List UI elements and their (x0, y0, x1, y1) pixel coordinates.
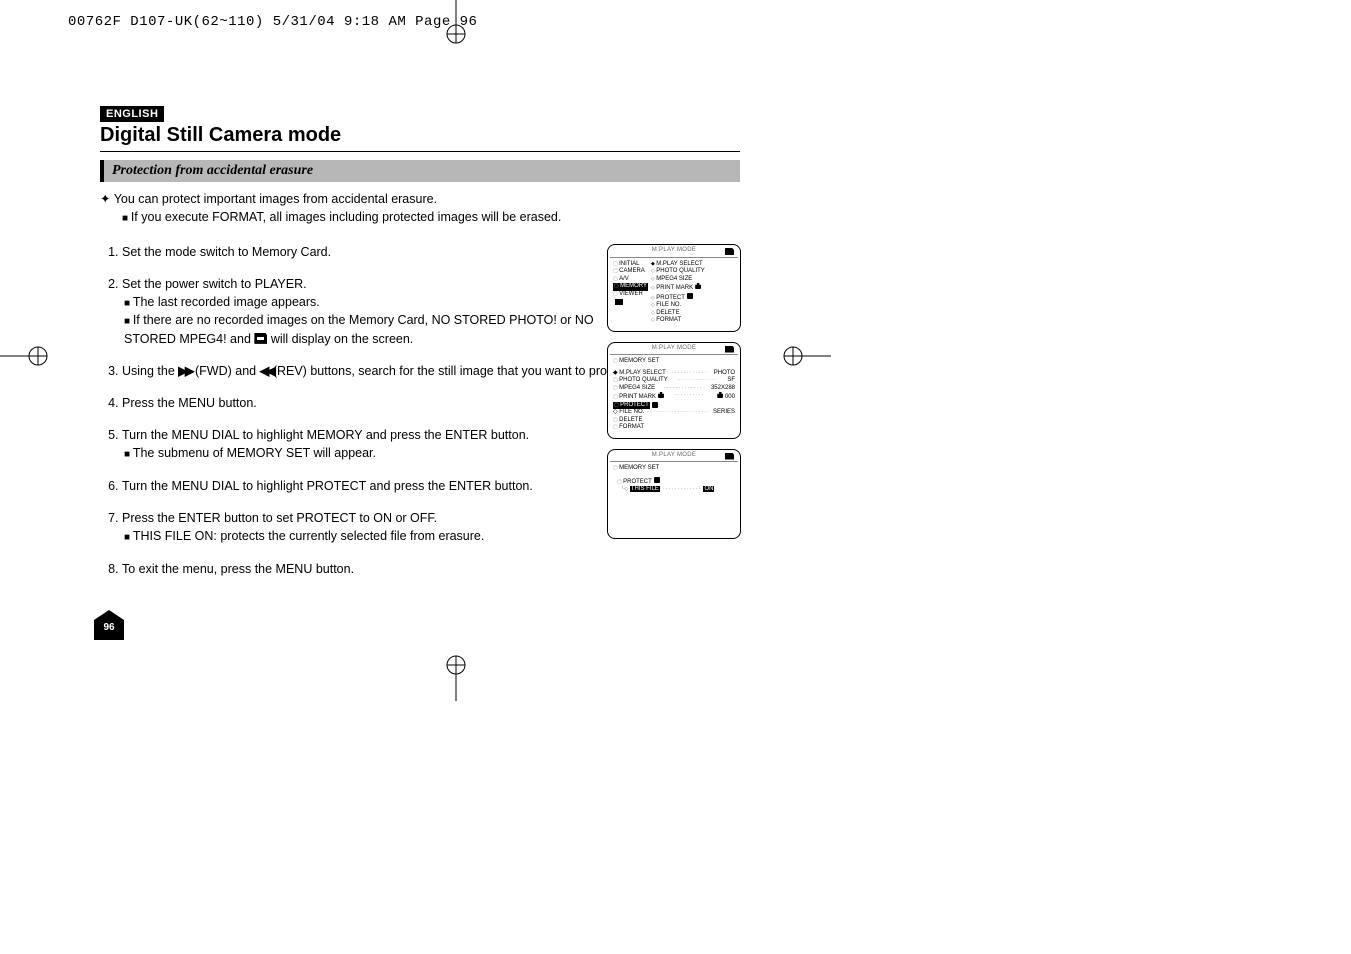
camera-screen-1: M.PLAY MODE INITIAL CAMERA A/V MEMORY VI… (607, 244, 741, 332)
step-sub: The last recorded image appears. (124, 293, 632, 312)
step-sub: If there are no recorded images on the M… (124, 311, 632, 348)
setting-row: FORMAT (613, 424, 735, 432)
camera-screen-2: M.PLAY MODE MEMORY SET ◆ M.PLAY SELECT··… (607, 342, 741, 439)
page-title: Digital Still Camera mode (100, 124, 740, 152)
intro-block: You can protect important images from ac… (100, 190, 740, 227)
lock-icon (654, 477, 660, 483)
registration-mark-icon (436, 0, 476, 44)
submenu-item: M.PLAY SELECT (651, 261, 735, 269)
lock-icon (687, 293, 693, 299)
step-item: Set the mode switch to Memory Card. (122, 243, 632, 261)
fwd-icon: ▶▶ (178, 364, 191, 378)
intro-sub: If you execute FORMAT, all images includ… (122, 208, 740, 227)
submenu-item: PRINT MARK (651, 283, 735, 293)
submenu-item: MPEG4 SIZE (651, 276, 735, 284)
rev-icon: ◀◀ (260, 364, 273, 378)
camera-icon (615, 299, 623, 305)
registration-mark-icon (0, 336, 50, 381)
submenu-item: PROTECT (651, 293, 735, 303)
submenu-item: FORMAT (651, 317, 735, 325)
setting-row: DELETE (613, 417, 735, 425)
submenu-item: DELETE (651, 310, 735, 318)
menu-item: INITIAL (613, 261, 651, 269)
print-mark-icon (658, 392, 664, 398)
camera-menu-illustrations: M.PLAY MODE INITIAL CAMERA A/V MEMORY VI… (607, 244, 741, 549)
step-item: Press the MENU button. (122, 394, 632, 412)
menu-heading: MEMORY SET (613, 358, 735, 366)
memory-card-icon (725, 248, 734, 255)
print-mark-icon (717, 392, 723, 398)
step-sub: THIS FILE ON: protects the currently sel… (124, 527, 632, 546)
page-number: 96 (94, 622, 124, 633)
setting-row: PRINT MARK·········· 000 (613, 392, 735, 402)
menu-sub-selected: THIS FILE·············· ON (621, 486, 735, 494)
submenu-item: PHOTO QUALITY (651, 268, 735, 276)
menu-item: PROTECT (617, 477, 735, 487)
screen-title: M.PLAY MODE (610, 452, 738, 463)
print-mark-icon (695, 283, 701, 289)
menu-item: A/V (613, 276, 651, 284)
step-item: Turn the MENU DIAL to highlight PROTECT … (122, 477, 632, 495)
setting-row: PHOTO QUALITY·············SF (613, 377, 735, 385)
step-item: Using the ▶▶ (FWD) and ◀◀(REV) buttons, … (122, 362, 632, 380)
step-list: Set the mode switch to Memory Card. Set … (122, 243, 632, 578)
intro-line: You can protect important images from ac… (100, 190, 740, 208)
memory-card-icon (254, 333, 267, 344)
setting-row: MPEG4 SIZE·············352X288 (613, 385, 735, 393)
print-header: 00762F D107-UK(62~110) 5/31/04 9:18 AM P… (68, 14, 477, 30)
page-number-badge: 96 (94, 610, 124, 640)
camera-screen-3: M.PLAY MODE MEMORY SET PROTECT THIS FILE… (607, 449, 741, 539)
registration-mark-icon (436, 653, 476, 706)
step-item: Set the power switch to PLAYER. The last… (122, 275, 632, 348)
menu-item: CAMERA (613, 268, 651, 276)
setting-row: ◆ M.PLAY SELECT············PHOTO (613, 370, 735, 378)
setting-row: ◇ FILE NO.·····················SERIES (613, 409, 735, 417)
menu-heading: MEMORY SET (613, 465, 735, 473)
language-tag: ENGLISH (100, 106, 164, 122)
screen-title: M.PLAY MODE (610, 247, 738, 258)
registration-mark-icon (781, 336, 831, 381)
memory-card-icon (725, 453, 734, 460)
step-sub: The submenu of MEMORY SET will appear. (124, 444, 632, 463)
step-item: Turn the MENU DIAL to highlight MEMORY a… (122, 426, 632, 463)
menu-item-selected: MEMORY (613, 283, 648, 291)
section-heading: Protection from accidental erasure (100, 160, 740, 182)
submenu-item: FILE NO. (651, 302, 735, 310)
screen-title: M.PLAY MODE (610, 345, 738, 356)
step-item: To exit the menu, press the MENU button. (122, 560, 632, 578)
step-item: Press the ENTER button to set PROTECT to… (122, 509, 632, 546)
setting-row-selected: PROTECT (613, 402, 735, 410)
memory-card-icon (725, 346, 734, 353)
menu-item: VIEWER (613, 291, 651, 299)
